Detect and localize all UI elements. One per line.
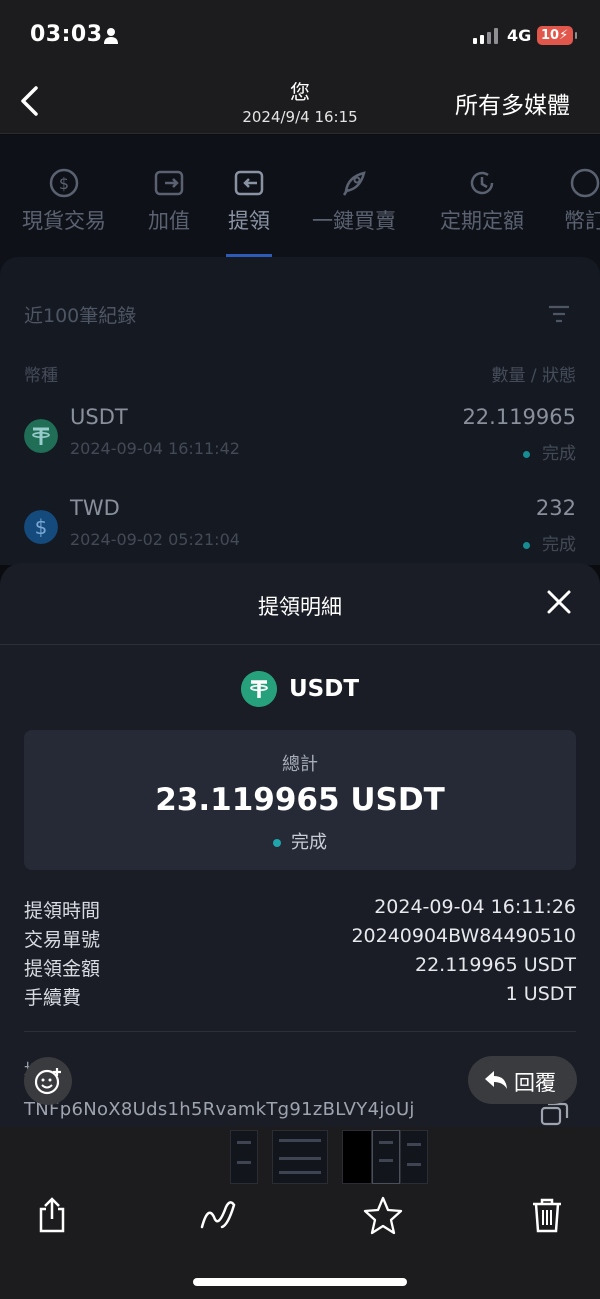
detail-row-time: 提領時間 2024-09-04 16:11:26	[24, 896, 576, 925]
detail-value: 20240904BW84490510	[351, 925, 576, 947]
record-status: 完成	[523, 439, 576, 464]
withdrawal-detail-sheet: 提領明細 USDT 總計 23.119965 USDT 完成 提領時間 2024…	[0, 563, 600, 1127]
record-symbol: TWD	[70, 496, 120, 520]
coin-name: USDT	[288, 676, 360, 702]
share-icon[interactable]	[32, 1195, 72, 1235]
total-label: 總計	[282, 754, 318, 775]
wallet-in-icon	[154, 170, 184, 196]
clock: 03:03	[30, 22, 103, 47]
thumbnail[interactable]	[230, 1130, 258, 1184]
tab-withdraw[interactable]: 提領	[226, 167, 272, 235]
tab-label: 提領	[228, 209, 270, 233]
record-row[interactable]: USDT 2024-09-04 16:11:42 22.119965 完成	[0, 401, 600, 481]
clock-dollar-icon	[470, 171, 494, 195]
coin-header: USDT	[0, 671, 600, 707]
records-title: 近100筆紀錄	[24, 305, 137, 327]
thumbnail[interactable]	[400, 1130, 428, 1184]
tab-label: 定期定額	[440, 209, 524, 233]
records-panel: 近100筆紀錄 幣種 數量 / 狀態 USDT 2024-09-04 16:11…	[0, 257, 600, 565]
wallet-address: TNFp6NoX8Uds1h5RvamkTg91zBLVY4joUj	[24, 1099, 415, 1120]
thumbnail[interactable]	[272, 1130, 328, 1184]
tab-quick-trade[interactable]: 一鍵買賣	[308, 167, 400, 235]
divider	[24, 1031, 576, 1032]
rocket-icon	[342, 171, 366, 196]
detail-value: 1 USDT	[505, 983, 576, 1005]
thumbnail-current[interactable]	[372, 1130, 400, 1184]
tab-label: 加值	[148, 209, 190, 233]
tab-spot-trading[interactable]: $ 現貨交易	[18, 167, 110, 235]
detail-value: 22.119965 USDT	[415, 954, 576, 976]
trash-icon[interactable]	[527, 1195, 567, 1235]
sheet-title: 提領明細	[258, 595, 342, 619]
detail-key: 手續費	[24, 987, 82, 1009]
svg-text:$: $	[35, 515, 48, 539]
wallet-out-icon	[234, 170, 264, 196]
detail-key: 提領時間	[24, 900, 101, 922]
detail-key: 提領金額	[24, 958, 101, 980]
detail-row-txid: 交易單號 20240904BW84490510	[24, 925, 576, 954]
markup-pen-icon[interactable]	[198, 1195, 238, 1235]
home-indicator	[193, 1278, 407, 1286]
record-datetime: 2024-09-04 16:11:42	[70, 439, 240, 458]
record-status: 完成	[523, 530, 576, 555]
detail-key: 交易單號	[24, 929, 101, 951]
record-amount: 22.119965	[462, 405, 576, 429]
column-currency: 幣種	[24, 366, 58, 386]
detail-row-amount: 提領金額 22.119965 USDT	[24, 954, 576, 983]
total-card: 總計 23.119965 USDT 完成	[24, 730, 576, 870]
battery-level: 10	[541, 28, 560, 43]
thumbnail-strip[interactable]	[230, 1130, 430, 1184]
function-tabs: $ 現貨交易 加值 提領 一鍵買賣 定期定額 幣訂	[0, 135, 600, 257]
coin-dollar-icon: $	[49, 168, 79, 198]
tab-label: 幣訂	[564, 209, 600, 233]
record-amount: 232	[535, 496, 576, 520]
record-symbol: USDT	[70, 405, 128, 429]
photo-toolbar	[0, 1127, 600, 1299]
tether-logo-icon	[240, 671, 277, 707]
smiley-plus-icon	[34, 1068, 61, 1095]
record-row[interactable]: $ TWD 2024-09-02 05:21:04 232 完成	[0, 492, 600, 565]
status-bar: 03:03 4G 10⚡	[0, 0, 600, 72]
close-icon[interactable]	[546, 589, 572, 615]
battery-icon: 10⚡	[537, 26, 577, 45]
reply-arrow-icon	[485, 1071, 507, 1089]
exchange-app-background: $ 現貨交易 加值 提領 一鍵買賣 定期定額 幣訂 近100筆紀錄 幣種 數量 …	[0, 135, 600, 565]
tab-deposit[interactable]: 加值	[146, 167, 192, 235]
detail-value: 2024-09-04 16:11:26	[374, 896, 576, 918]
total-value: 23.119965 USDT	[155, 782, 445, 818]
svg-text:$: $	[59, 174, 69, 193]
detail-row-fee: 手續費 1 USDT	[24, 983, 576, 1012]
person-icon	[104, 28, 118, 44]
network-type: 4G	[507, 26, 532, 45]
tab-more[interactable]: 幣訂	[562, 167, 600, 235]
photo-viewer-header: 您 2024/9/4 16:15 所有多媒體	[0, 72, 600, 134]
reply-button[interactable]: 回覆	[468, 1056, 577, 1104]
divider	[0, 644, 600, 645]
coin-icon	[570, 168, 600, 198]
filter-icon[interactable]	[548, 305, 570, 323]
signal-icon	[473, 28, 498, 44]
record-datetime: 2024-09-02 05:21:04	[70, 530, 240, 549]
usdt-coin-icon	[24, 419, 58, 453]
reply-label: 回覆	[514, 1071, 556, 1095]
thumbnail[interactable]	[342, 1130, 372, 1184]
add-reaction-button[interactable]	[24, 1057, 72, 1105]
all-media-button[interactable]: 所有多媒體	[455, 86, 570, 120]
favorite-star-icon[interactable]	[363, 1195, 403, 1235]
tab-recurring[interactable]: 定期定額	[436, 167, 528, 235]
twd-coin-icon: $	[24, 510, 58, 544]
tab-label: 一鍵買賣	[312, 209, 396, 233]
tab-label: 現貨交易	[22, 209, 106, 233]
status-badge: 完成	[24, 828, 576, 854]
column-amount-status: 數量 / 狀態	[491, 366, 576, 386]
